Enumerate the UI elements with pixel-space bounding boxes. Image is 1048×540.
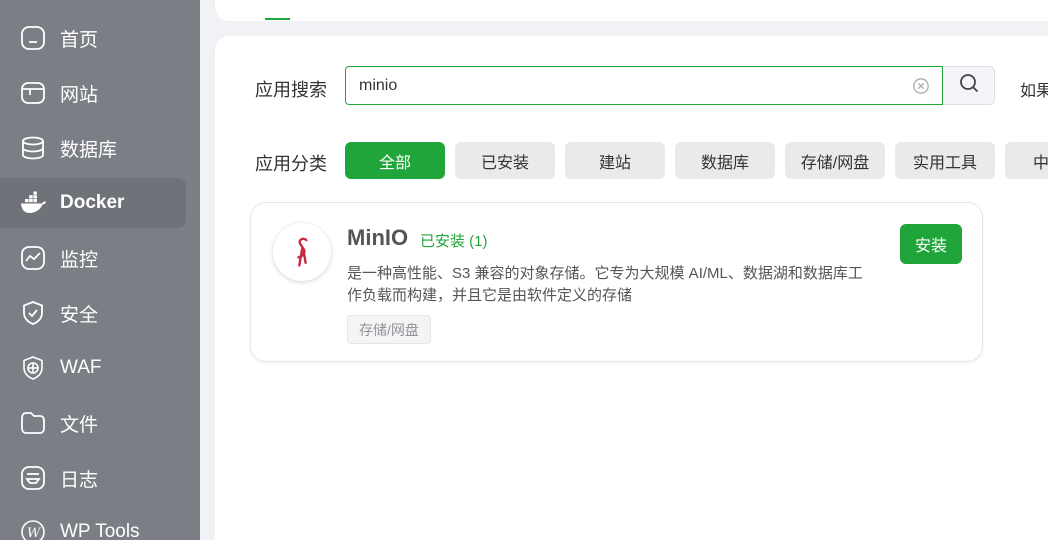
minio-logo xyxy=(273,223,331,281)
docker-icon xyxy=(20,190,46,216)
sidebar-item-website[interactable]: 网站 xyxy=(0,68,186,118)
sidebar: 首页 网站 数据库 Docker 监控 安全 WAF 文件 日志 W WP To… xyxy=(0,0,200,540)
sidebar-item-wp-tools[interactable]: W WP Tools xyxy=(0,507,186,540)
sidebar-item-security[interactable]: 安全 xyxy=(0,288,186,338)
category-more-button[interactable]: 中 xyxy=(1005,142,1048,179)
category-tools-button[interactable]: 实用工具 xyxy=(895,142,995,179)
sidebar-item-files[interactable]: 文件 xyxy=(0,398,186,448)
category-website-button[interactable]: 建站 xyxy=(565,142,665,179)
shield-icon xyxy=(20,300,46,326)
app-category-tag: 存储/网盘 xyxy=(347,315,431,344)
search-box xyxy=(345,66,995,106)
sidebar-item-label: 文件 xyxy=(60,414,99,436)
app-description: 是一种高性能、S3 兼容的对象存储。它专为大规模 AI/ML、数据湖和数据库工作… xyxy=(347,265,863,304)
category-label: 应用分类 xyxy=(255,154,327,174)
sidebar-item-label: 首页 xyxy=(60,29,99,51)
search-input[interactable] xyxy=(345,66,943,105)
sidebar-item-label: 数据库 xyxy=(60,139,118,161)
sidebar-item-label: Docker xyxy=(60,192,125,213)
search-icon xyxy=(958,72,980,99)
search-hint: 如果 xyxy=(1020,83,1048,100)
website-icon xyxy=(20,80,46,106)
top-tab-bar xyxy=(215,0,1048,21)
sidebar-item-label: 安全 xyxy=(60,304,99,326)
sidebar-item-label: 监控 xyxy=(60,249,99,271)
install-button[interactable]: 安装 xyxy=(900,224,962,264)
app-name: MinIO xyxy=(347,225,409,250)
svg-text:W: W xyxy=(27,526,42,540)
sidebar-item-monitor[interactable]: 监控 xyxy=(0,233,186,283)
sidebar-item-label: 网站 xyxy=(60,84,99,106)
sidebar-item-waf[interactable]: WAF xyxy=(0,343,186,393)
sidebar-item-label: WP Tools xyxy=(60,521,140,540)
sidebar-item-label: 日志 xyxy=(60,469,99,491)
database-icon xyxy=(20,135,46,161)
log-icon xyxy=(20,465,46,491)
sidebar-item-docker[interactable]: Docker xyxy=(0,178,186,228)
active-tab-indicator xyxy=(265,18,290,20)
app-store-panel: 应用搜索 如果 应用分类 全部 已安装 建站 数据库 存储/网盘 实用工具 中 … xyxy=(215,36,1048,540)
sidebar-item-home[interactable]: 首页 xyxy=(0,13,186,63)
waf-icon xyxy=(20,355,46,381)
category-storage-button[interactable]: 存储/网盘 xyxy=(785,142,885,179)
sidebar-item-label: WAF xyxy=(60,357,102,378)
search-button[interactable] xyxy=(943,66,995,105)
sidebar-item-logs[interactable]: 日志 xyxy=(0,453,186,503)
clear-icon[interactable] xyxy=(912,77,930,95)
search-label: 应用搜索 xyxy=(255,80,327,100)
app-card[interactable]: MinIO 已安装 (1) 是一种高性能、S3 兼容的对象存储。它专为大规模 A… xyxy=(250,202,983,362)
folder-icon xyxy=(20,410,46,436)
category-database-button[interactable]: 数据库 xyxy=(675,142,775,179)
monitor-icon xyxy=(20,245,46,271)
sidebar-item-database[interactable]: 数据库 xyxy=(0,123,186,173)
wordpress-icon: W xyxy=(20,519,46,540)
category-installed-button[interactable]: 已安装 xyxy=(455,142,555,179)
home-icon xyxy=(20,25,46,51)
installed-count-badge[interactable]: 已安装 (1) xyxy=(420,230,488,251)
category-all-button[interactable]: 全部 xyxy=(345,142,445,179)
